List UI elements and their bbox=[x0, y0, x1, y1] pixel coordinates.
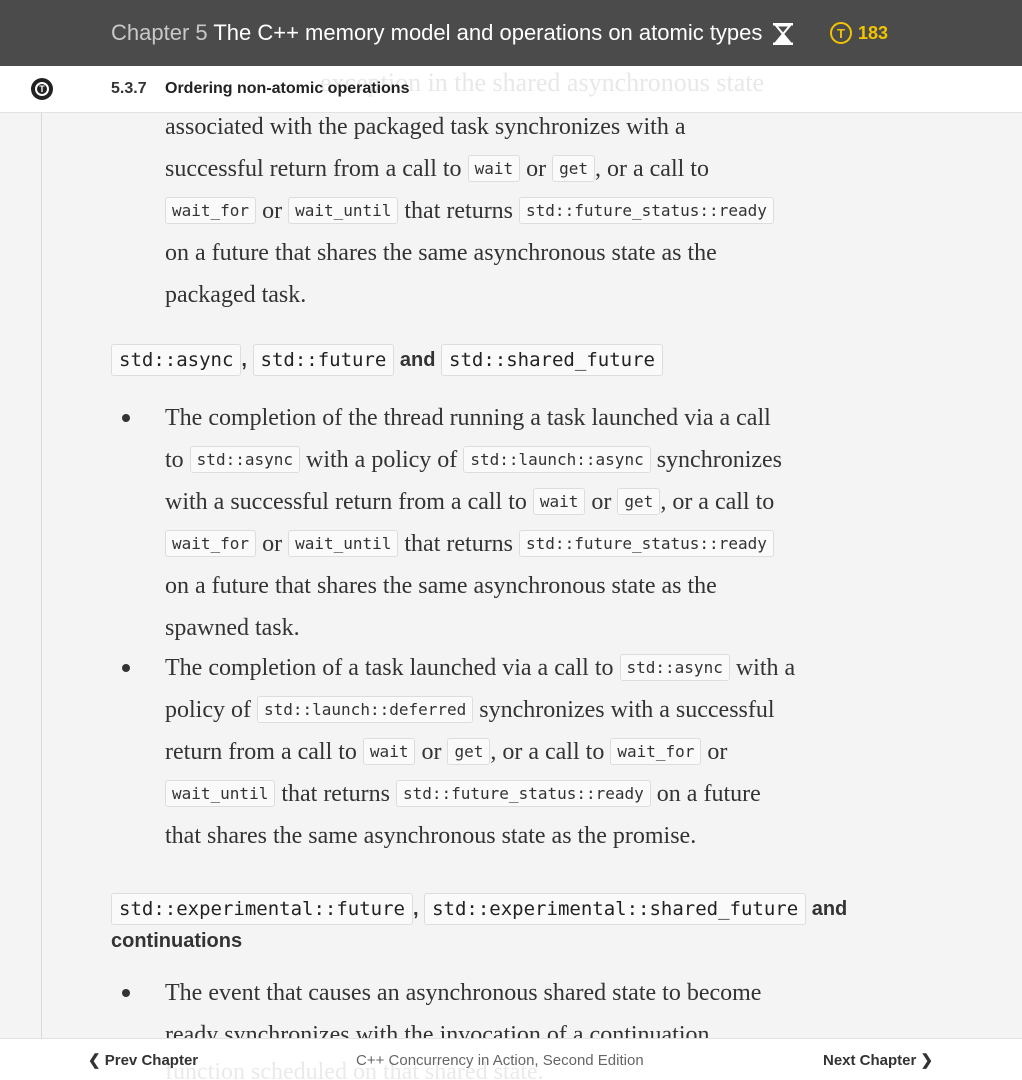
inline-code: std::future_status::ready bbox=[519, 530, 774, 557]
next-chapter-label: Next Chapter bbox=[823, 1052, 917, 1069]
token-icon: T bbox=[830, 22, 852, 44]
hourglass-icon[interactable] bbox=[772, 22, 794, 46]
inline-code: get bbox=[552, 155, 595, 182]
heading-code: std::shared_future bbox=[441, 344, 663, 376]
section-bar: exception in the shared asynchronous sta… bbox=[0, 66, 1022, 113]
inline-code: wait bbox=[362, 738, 416, 765]
inline-code: wait_until bbox=[288, 530, 399, 557]
bullet-async-deferred: The completion of a task launched via a … bbox=[165, 647, 865, 857]
heading-text: continuations bbox=[111, 930, 243, 952]
text-line: associated with the packaged task synchr… bbox=[165, 114, 686, 140]
chevron-right-icon: ❯ bbox=[920, 1052, 934, 1069]
text-line: return from a call to wait or get, or a … bbox=[165, 738, 728, 765]
inline-code: std::future_status::ready bbox=[395, 780, 651, 807]
text-line: wait_until that returns std::future_stat… bbox=[165, 773, 865, 815]
text-line: on a future that shares the same asynchr… bbox=[165, 573, 717, 599]
paragraph-packaged-task: associated with the packaged task synchr… bbox=[165, 113, 865, 316]
chapter-title[interactable]: Chapter 5 The C++ memory model and opera… bbox=[111, 19, 762, 47]
bullet-marker bbox=[122, 664, 130, 672]
text-line: successful return from a call to wait or… bbox=[165, 155, 709, 182]
subheading-experimental-future: std::experimental::future, std::experime… bbox=[111, 893, 847, 957]
heading-code: std::future bbox=[252, 344, 395, 376]
inline-code: std::launch::deferred bbox=[256, 696, 474, 723]
text-line: with a successful return from a call to … bbox=[165, 488, 775, 515]
text-line: The completion of a task launched via a … bbox=[165, 654, 796, 681]
logo-icon[interactable]: T bbox=[31, 78, 53, 100]
chapter-name: The C++ memory model and operations on a… bbox=[213, 20, 763, 45]
text-line: ready synchronizes with the invocation o… bbox=[165, 1022, 710, 1038]
inline-code: get bbox=[447, 738, 491, 765]
text-line: The event that causes an asynchronous sh… bbox=[165, 980, 762, 1006]
chevron-left-icon: ❮ bbox=[88, 1052, 101, 1069]
text-line: on a future that shares the same asynchr… bbox=[165, 240, 717, 266]
inline-code: wait_until bbox=[288, 197, 399, 224]
inline-code: std::launch::async bbox=[463, 446, 651, 473]
prev-chapter-button[interactable]: ❮ Prev Chapter bbox=[88, 1051, 198, 1069]
text-line: wait_for or wait_until that returns std:… bbox=[165, 190, 865, 232]
inline-code: wait_for bbox=[165, 197, 257, 224]
inline-code: std::async bbox=[189, 446, 300, 473]
inline-code: wait_for bbox=[165, 530, 257, 557]
heading-code: std::async bbox=[111, 344, 242, 376]
bottom-nav: function scheduled on that shared state.… bbox=[0, 1038, 1022, 1080]
heading-code: std::experimental::future bbox=[111, 893, 413, 925]
text-line: spawned task. bbox=[165, 615, 300, 641]
subheading-async-future: std::async, std::future and std::shared_… bbox=[111, 344, 663, 376]
book-title[interactable]: C++ Concurrency in Action, Second Editio… bbox=[356, 1052, 644, 1069]
token-count: 183 bbox=[858, 22, 889, 43]
bullet-async-thread: The completion of the thread running a t… bbox=[165, 397, 865, 649]
top-header: Chapter 5 The C++ memory model and opera… bbox=[0, 0, 1022, 66]
text-line: packaged task. bbox=[165, 282, 307, 308]
section-title: Ordering non-atomic operations bbox=[165, 80, 410, 97]
token-counter[interactable]: T 183 bbox=[830, 22, 888, 44]
inline-code: wait bbox=[467, 155, 521, 182]
inline-code: get bbox=[617, 488, 661, 515]
bullet-continuation: The event that causes an asynchronous sh… bbox=[165, 972, 865, 1038]
text-line: wait_for or wait_until that returns std:… bbox=[165, 523, 865, 565]
next-chapter-button[interactable]: Next Chapter ❯ bbox=[823, 1051, 933, 1069]
prev-chapter-label: Prev Chapter bbox=[104, 1052, 199, 1069]
inline-code: wait bbox=[532, 488, 586, 515]
bullet-marker bbox=[122, 414, 130, 422]
section-number: 5.3.7 bbox=[111, 80, 147, 97]
chapter-number: Chapter 5 bbox=[111, 20, 208, 45]
inline-code: std::future_status::ready bbox=[519, 197, 774, 224]
inline-code: wait_until bbox=[165, 780, 276, 807]
text-line: to std::async with a policy of std::laun… bbox=[165, 446, 782, 473]
inline-code: wait_for bbox=[610, 738, 702, 765]
main-content: associated with the packaged task synchr… bbox=[0, 113, 1022, 1038]
text-line: that shares the same asynchronous state … bbox=[165, 823, 697, 849]
inline-code: std::async bbox=[619, 654, 730, 681]
text-line: policy of std::launch::deferred synchron… bbox=[165, 696, 775, 723]
text-line: The completion of the thread running a t… bbox=[165, 405, 771, 431]
heading-code: std::experimental::shared_future bbox=[424, 893, 807, 925]
bullet-marker bbox=[122, 989, 130, 997]
